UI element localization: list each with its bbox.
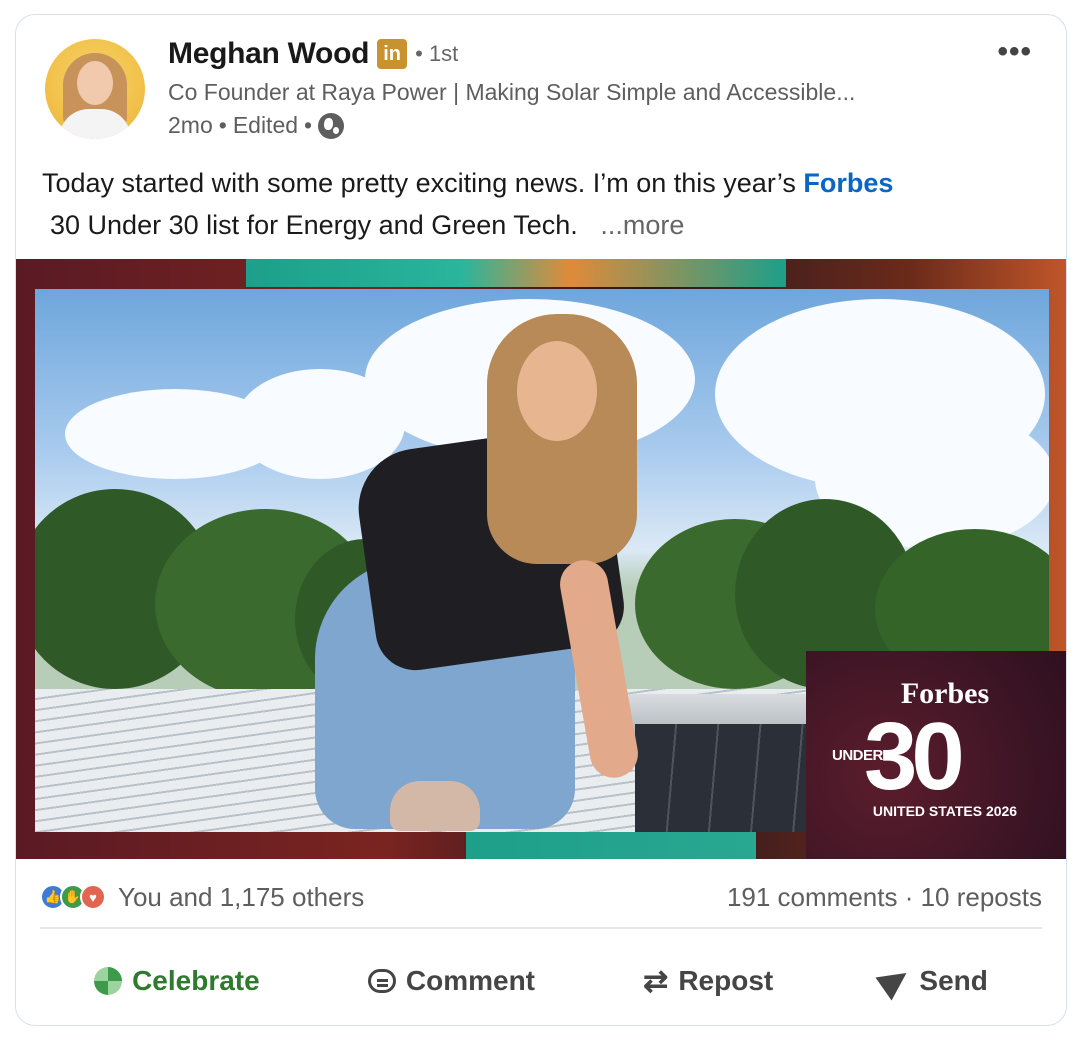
see-more-link[interactable]: ...more — [600, 210, 684, 240]
celebrate-label: Celebrate — [132, 965, 260, 996]
author-name[interactable]: Meghan Wood — [168, 37, 369, 71]
post-meta: 2mo • Edited • — [168, 112, 345, 139]
avatar[interactable] — [45, 39, 145, 139]
post-card: Meghan Wood in • 1st Co Founder at Raya … — [15, 14, 1067, 1026]
forbes-badge: Forbes 30 UNDER UNITED STATES 2026 — [806, 651, 1066, 859]
social-counts: 👍 ✋ ♥ You and 1,175 others 191 comments … — [40, 877, 1042, 917]
meta-separator: • — [304, 112, 313, 138]
repost-icon: ⇄ — [643, 964, 669, 998]
comments-reposts-count[interactable]: 191 comments · 10 reposts — [727, 882, 1042, 913]
repost-button[interactable]: ⇄ Repost — [643, 964, 773, 999]
edited-label: Edited — [232, 112, 299, 138]
post-image[interactable]: Forbes 30 UNDER UNITED STATES 2026 — [16, 259, 1066, 859]
love-icon: ♥ — [80, 884, 106, 910]
celebrate-button[interactable]: Celebrate — [94, 965, 260, 997]
author-headline: Co Founder at Raya Power | Making Solar … — [168, 79, 856, 105]
send-icon — [875, 961, 915, 1001]
forbes-link[interactable]: Forbes — [803, 168, 893, 198]
post-text-line2: 30 Under 30 list for Energy and Green Te… — [50, 210, 578, 240]
linkedin-premium-icon: in — [377, 39, 408, 69]
action-bar: Celebrate Comment ⇄ Repost Send — [40, 953, 1042, 1009]
more-options-icon[interactable]: ••• — [997, 35, 1032, 69]
globe-icon — [318, 112, 345, 139]
post-text: Today started with some pretty exciting … — [42, 162, 1042, 246]
badge-subtitle: UNITED STATES 2026 — [872, 803, 1018, 819]
post-time: 2mo — [168, 112, 213, 138]
reactions-summary[interactable]: 👍 ✋ ♥ You and 1,175 others — [40, 882, 364, 913]
celebrate-icon — [94, 967, 123, 995]
send-label: Send — [919, 965, 988, 996]
badge-under: UNDER — [832, 747, 883, 764]
divider — [40, 927, 1042, 929]
author-row: Meghan Wood in • 1st — [168, 37, 458, 71]
reactions-count: You and 1,175 others — [118, 881, 365, 912]
comment-icon — [367, 969, 396, 993]
repost-label: Repost — [678, 965, 774, 996]
meta-separator: • — [218, 112, 227, 138]
send-button[interactable]: Send — [875, 961, 988, 1001]
comment-label: Comment — [405, 965, 535, 996]
post-text-line1: Today started with some pretty exciting … — [42, 168, 804, 198]
comment-button[interactable]: Comment — [367, 965, 535, 997]
connection-degree: • 1st — [415, 41, 459, 66]
